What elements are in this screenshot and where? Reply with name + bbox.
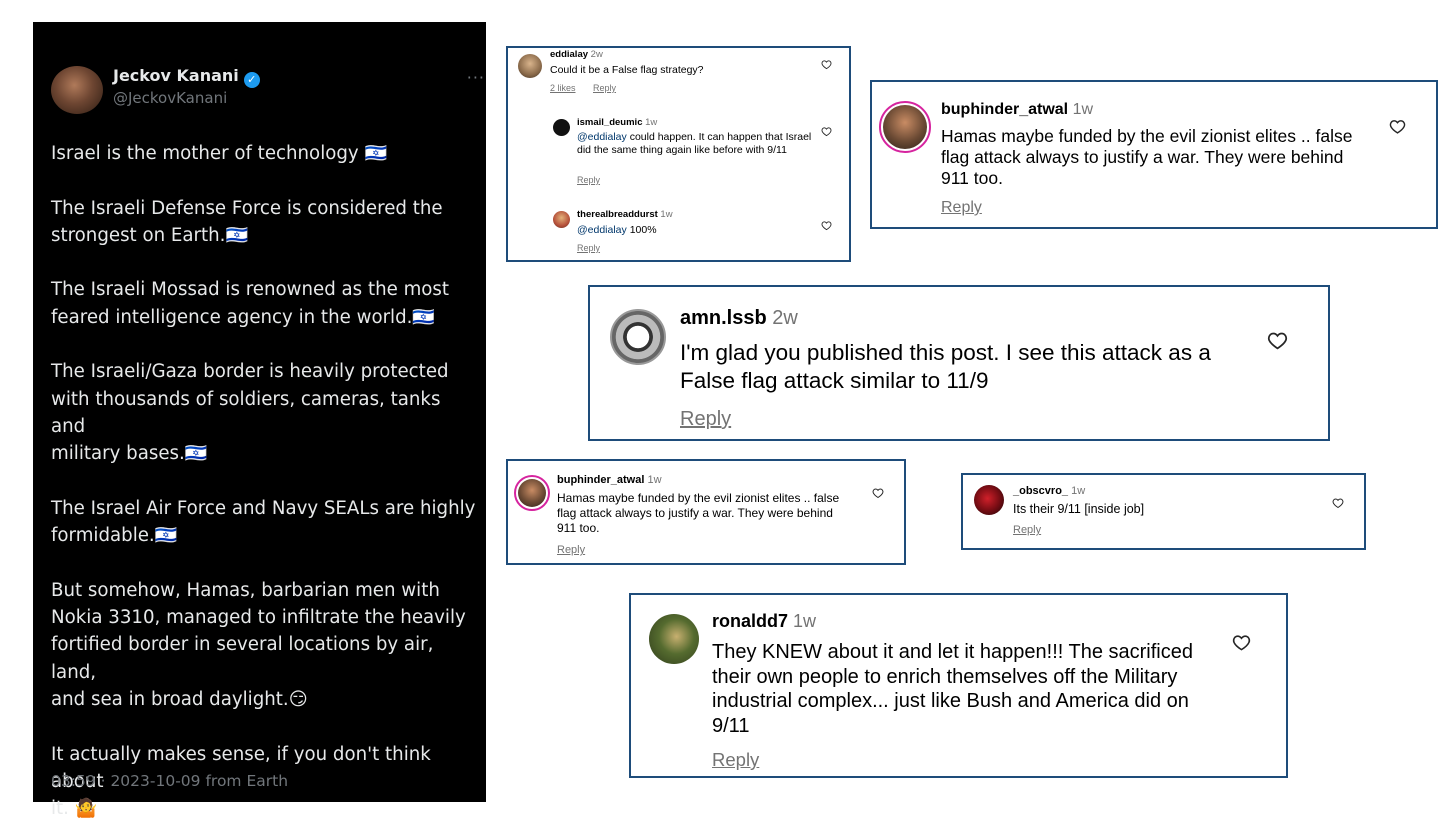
comment-age: 1w: [793, 611, 817, 631]
reply-button[interactable]: Reply: [941, 199, 982, 217]
avatar-image: [518, 479, 546, 507]
comment-card: buphinder_atwal 1w Hamas maybe funded by…: [870, 80, 1438, 229]
comment-age: 1w: [1071, 485, 1086, 497]
comment-card: buphinder_atwal 1w Hamas maybe funded by…: [506, 459, 906, 565]
tweet-author-name[interactable]: Jeckov Kanani ✓: [113, 66, 260, 88]
tweet-card: Jeckov Kanani ✓ @JeckovKanani ··· Israel …: [33, 22, 486, 819]
comment-age: 1w: [660, 209, 673, 220]
avatar[interactable]: [514, 475, 550, 511]
reply-button[interactable]: Reply: [577, 243, 600, 253]
tweet-paragraph: The Israeli Defense Force is considered …: [51, 197, 443, 246]
tweet-paragraph: The Israel Air Force and Navy SEALs are …: [51, 497, 476, 547]
avatar[interactable]: [518, 54, 542, 78]
tweet-paragraph: The Israeli Mossad is renowned as the mo…: [51, 279, 450, 328]
comment-thread-card: eddialay 2w Could it be a False flag str…: [506, 46, 851, 262]
username-text: eddialay: [550, 49, 589, 60]
tweet-author-handle[interactable]: @JeckovKanani: [113, 89, 227, 107]
comment-card: _obscvro_ 1w Its their 9/11 [inside job]…: [961, 473, 1366, 550]
reply-button[interactable]: Reply: [680, 408, 731, 431]
tweet-avatar[interactable]: [51, 66, 103, 114]
heart-icon[interactable]: [1267, 330, 1288, 351]
comment-card: amn.lssb 2w I'm glad you published this …: [588, 285, 1330, 441]
comment-card: ronaldd7 1w They KNEW about it and let i…: [629, 593, 1288, 778]
tweet-paragraph: But somehow, Hamas, barbarian men with N…: [51, 579, 466, 710]
heart-icon[interactable]: [821, 126, 832, 137]
comment-username[interactable]: buphinder_atwal 1w: [557, 474, 662, 486]
comment-username[interactable]: ismail_deumic 1w: [577, 117, 657, 128]
avatar[interactable]: [879, 101, 931, 153]
heart-icon[interactable]: [1389, 118, 1406, 135]
avatar[interactable]: [974, 485, 1004, 515]
mention-link[interactable]: @eddialay: [577, 131, 627, 143]
comment-age: 2w: [590, 49, 603, 60]
comment-text-body: 100%: [626, 224, 657, 236]
comment-username[interactable]: amn.lssb 2w: [680, 307, 798, 330]
verified-badge-icon: ✓: [243, 72, 260, 88]
heart-icon[interactable]: [872, 487, 884, 499]
reply-button[interactable]: Reply: [1013, 524, 1041, 536]
avatar[interactable]: [553, 119, 570, 136]
tweet-body: Israel is the mother of technology 🇮🇱 Th…: [51, 140, 479, 820]
avatar[interactable]: [610, 309, 666, 365]
username-text: buphinder_atwal: [557, 474, 645, 486]
heart-icon[interactable]: [1332, 497, 1344, 509]
comment-username[interactable]: eddialay 2w: [550, 49, 603, 60]
username-text: amn.lssb: [680, 307, 767, 329]
comment-username[interactable]: buphinder_atwal 1w: [941, 101, 1093, 119]
comment-age: 1w: [647, 474, 662, 486]
mention-link[interactable]: @eddialay: [577, 224, 627, 236]
avatar-image: [883, 105, 927, 149]
comment-text: Hamas maybe funded by the evil zionist e…: [557, 491, 840, 535]
username-text: _obscvro_: [1013, 485, 1069, 497]
tweet-timestamp[interactable]: 03:59 · 2023-10-09 from Earth: [51, 772, 288, 790]
username-text: ronaldd7: [712, 611, 789, 631]
comment-text: Its their 9/11 [inside job]: [1013, 502, 1145, 516]
comment-text: They KNEW about it and let it happen!!! …: [712, 641, 1193, 737]
avatar[interactable]: [649, 614, 699, 664]
comment-age: 1w: [1072, 101, 1094, 118]
username-text: therealbreaddurst: [577, 209, 658, 220]
comment-username[interactable]: therealbreaddurst 1w: [577, 209, 673, 220]
comment-age: 2w: [772, 307, 798, 329]
heart-icon[interactable]: [1232, 633, 1251, 652]
comment-text: I'm glad you published this post. I see …: [680, 340, 1211, 393]
comment-age: 1w: [645, 117, 658, 128]
comment-text: Hamas maybe funded by the evil zionist e…: [941, 126, 1353, 188]
reply-button[interactable]: Reply: [577, 175, 600, 185]
username-text: buphinder_atwal: [941, 101, 1069, 118]
comment-username[interactable]: ronaldd7 1w: [712, 611, 816, 632]
more-icon[interactable]: ···: [467, 68, 485, 87]
comment-text: @eddialay could happen. It can happen th…: [577, 131, 813, 156]
reply-button[interactable]: Reply: [557, 544, 585, 556]
tweet-paragraph: The Israeli/Gaza border is heavily prote…: [51, 361, 449, 465]
username-text: ismail_deumic: [577, 117, 643, 128]
reply-button[interactable]: Reply: [712, 749, 759, 771]
likes-count-link[interactable]: 2 likes: [550, 83, 576, 93]
avatar[interactable]: [553, 211, 570, 228]
tweet-author-name-text: Jeckov Kanani: [113, 66, 239, 85]
comment-text: @eddialay 100%: [577, 224, 657, 236]
heart-icon[interactable]: [821, 220, 832, 231]
comment-text: Could it be a False flag strategy?: [550, 64, 704, 76]
reply-button[interactable]: Reply: [593, 83, 616, 93]
tweet-header: Jeckov Kanani ✓ @JeckovKanani ···: [51, 66, 484, 114]
comment-username[interactable]: _obscvro_ 1w: [1013, 485, 1085, 497]
tweet-paragraph: Israel is the mother of technology 🇮🇱: [51, 143, 388, 164]
heart-icon[interactable]: [821, 59, 832, 70]
